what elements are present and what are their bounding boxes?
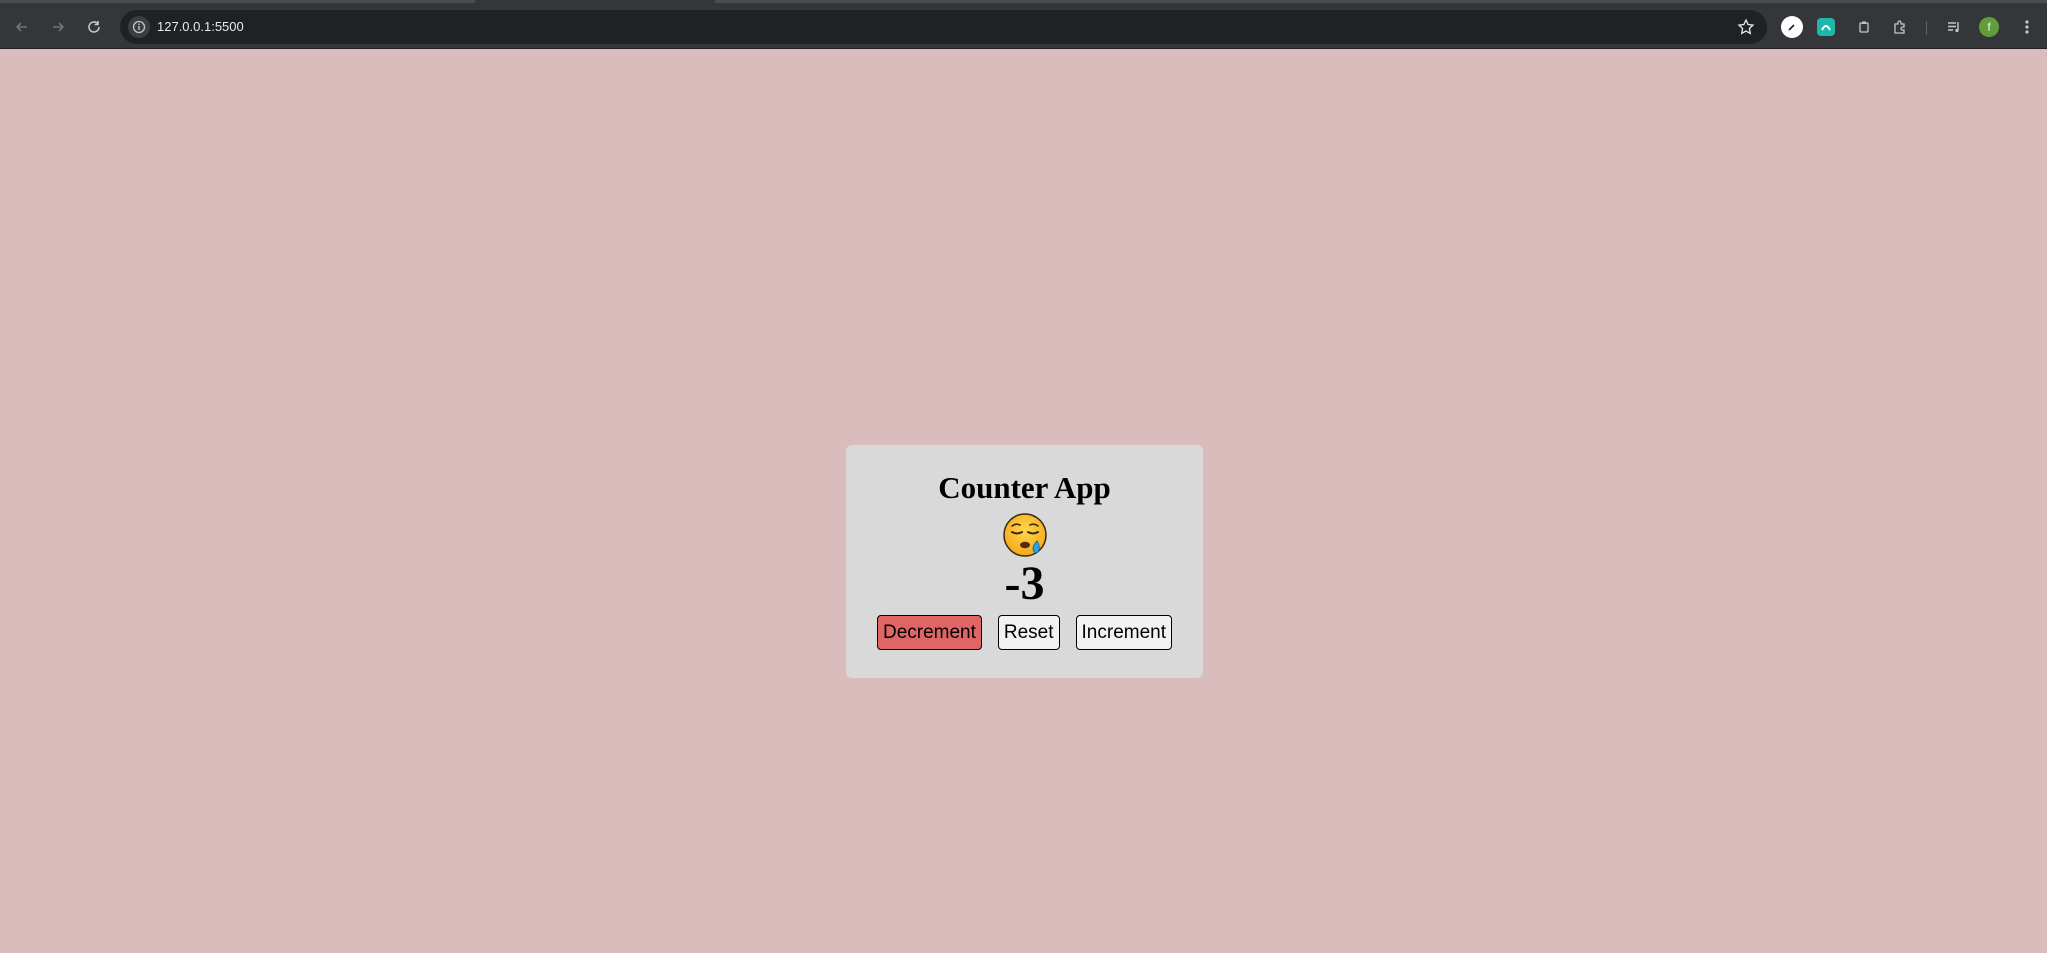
decrement-button[interactable]: Decrement [876,615,982,650]
site-info-button[interactable] [128,16,150,38]
menu-icon [2025,20,2029,34]
bookmark-star-icon[interactable] [1737,18,1755,36]
browser-menu-button[interactable] [2016,16,2038,38]
increment-button[interactable]: Increment [1075,615,1173,650]
tab-strip-segment [0,0,475,3]
address-bar[interactable]: 127.0.0.1:5500 [120,10,1767,44]
extension-button[interactable] [1817,18,1835,36]
browser-chrome: 127.0.0.1:5500 f [0,0,2047,49]
url-text: 127.0.0.1:5500 [157,19,244,34]
sleepy-face-icon [1002,513,1047,557]
button-row: Decrement Reset Increment [876,615,1173,650]
toolbar-divider [1926,21,1927,35]
site-info-icon [132,20,146,34]
app-title: Counter App [938,470,1111,505]
clipboard-icon [1859,21,1869,33]
reload-button[interactable] [80,13,108,41]
extension-button[interactable] [1853,16,1875,38]
extension-button[interactable] [1781,16,1803,38]
counter-value: -3 [1004,557,1045,610]
forward-button[interactable] [44,13,72,41]
forward-arrow-icon [53,22,65,32]
back-button[interactable] [8,13,36,41]
browser-toolbar: 127.0.0.1:5500 f [0,5,2047,49]
pen-icon [1788,24,1795,31]
media-button[interactable] [1943,16,1965,38]
reset-button[interactable]: Reset [997,615,1060,650]
tab-strip-segment [715,0,2047,3]
extensions-button[interactable] [1889,16,1911,38]
reload-icon [88,21,100,33]
media-icon [1948,22,1959,33]
extension-logo-icon [1821,25,1831,31]
counter-card: Counter App -3 Decrement Reset Increment [846,445,1203,678]
profile-initial: f [1987,20,1991,34]
back-arrow-icon [15,22,27,32]
puzzle-icon [1894,20,1905,34]
profile-avatar[interactable]: f [1979,17,1999,37]
